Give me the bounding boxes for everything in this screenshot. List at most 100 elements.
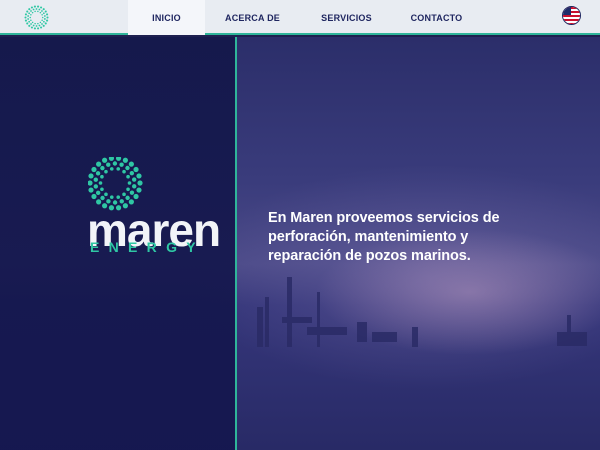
main-nav: INICIO ACERCA DE SERVICIOS CONTACTO [128,0,480,35]
logo-dot [37,5,40,8]
logo-dot [41,10,43,12]
logo-dot [98,181,103,185]
logo-dot [88,180,93,186]
logo-dot [91,166,97,173]
logo-dot [24,13,27,16]
logo-dot [26,10,29,13]
logo-dot [34,10,36,13]
logo-dot [137,180,143,186]
nav-item-acerca-de[interactable]: ACERCA DE [205,0,300,35]
logo-dot [38,24,41,27]
logo-dot [37,27,40,30]
logo-dot [100,165,105,171]
logo-dot [119,199,124,204]
logo-dot [46,19,49,22]
logo-dot [125,165,130,171]
logo-dot [32,8,35,11]
logo-dot [30,19,32,21]
logo-dot [29,16,31,19]
logo-dot [102,157,108,163]
logo-dot [28,24,31,27]
logo-dot [125,195,130,201]
maren-logo-icon[interactable] [24,5,49,30]
logo-dot [33,27,36,30]
logo-dot [109,167,114,171]
logo-dot [28,12,31,15]
logo-dot [43,15,46,17]
logo-dot [41,14,43,16]
logo-dot [32,24,35,27]
logo-dot [126,174,130,179]
logo-dot [122,192,126,197]
logo-dot [88,173,94,179]
logo-dot [33,5,36,8]
logo-dot [37,22,39,25]
logo-dot [42,8,45,11]
logo-dot [109,195,114,199]
logo-dot [24,19,27,22]
nav-item-contacto[interactable]: CONTACTO [393,0,480,35]
oil-rigs-silhouette [257,277,587,347]
logo-dot [43,18,46,20]
logo-dot [104,192,108,197]
logo-dot [28,8,31,11]
logo-dot [129,170,135,176]
logo-dot [46,16,49,19]
logo-dot [37,10,39,13]
logo-dot [42,20,45,23]
logo-dot [31,21,34,24]
logo-dot [28,20,31,23]
logo-dot [95,171,101,176]
nav-item-servicios[interactable]: SERVICIOS [300,0,393,35]
logo-dot [24,16,27,19]
logo-dot [106,199,111,204]
brand-subtitle: ENERGY [90,239,205,255]
logo-dot [108,157,115,161]
logo-dot [26,22,29,25]
logo-dot [34,22,36,25]
logo-dot [39,11,42,14]
logo-dot [136,187,142,193]
top-navigation-bar: INICIO ACERCA DE SERVICIOS CONTACTO [0,0,600,35]
logo-dot [35,25,38,27]
logo-dot [122,169,126,174]
logo-dot [30,26,33,29]
logo-dot [42,16,44,19]
logo-dot [119,162,124,167]
logo-dot [38,8,41,11]
logo-dot [112,161,118,166]
logo-dot [88,187,94,193]
logo-dot [127,181,132,185]
logo-dot [44,22,47,25]
logo-dot [93,177,98,182]
logo-dot [42,12,45,15]
logo-dot [40,6,43,9]
logo-dot [132,184,137,189]
logo-dot [39,21,42,24]
logo-dot [100,174,104,179]
logo-dot [136,173,142,179]
hero-tagline: En Maren proveemos servicios de perforac… [268,210,500,264]
logo-dot [27,18,30,20]
logo-dot [133,193,139,200]
logo-dot [115,157,122,161]
logo-dot [116,167,121,171]
logo-dot [91,193,97,200]
logo-dot [95,190,101,196]
logo-dot [133,166,139,173]
logo-dot [44,10,47,13]
logo-dot [96,161,102,167]
logo-dot [93,184,99,189]
hero-section: maren ENERGY En Maren proveemos servicio… [0,37,600,450]
logo-dot [131,177,137,182]
logo-dot [41,19,43,21]
us-flag-icon[interactable] [562,6,581,25]
nav-item-inicio[interactable]: INICIO [128,0,205,35]
logo-dot [100,195,105,201]
logo-dot [42,24,45,27]
logo-dot [27,15,30,17]
logo-dot [104,169,108,174]
logo-dot [126,187,130,192]
logo-dot [100,187,104,192]
logo-dot [30,6,33,9]
